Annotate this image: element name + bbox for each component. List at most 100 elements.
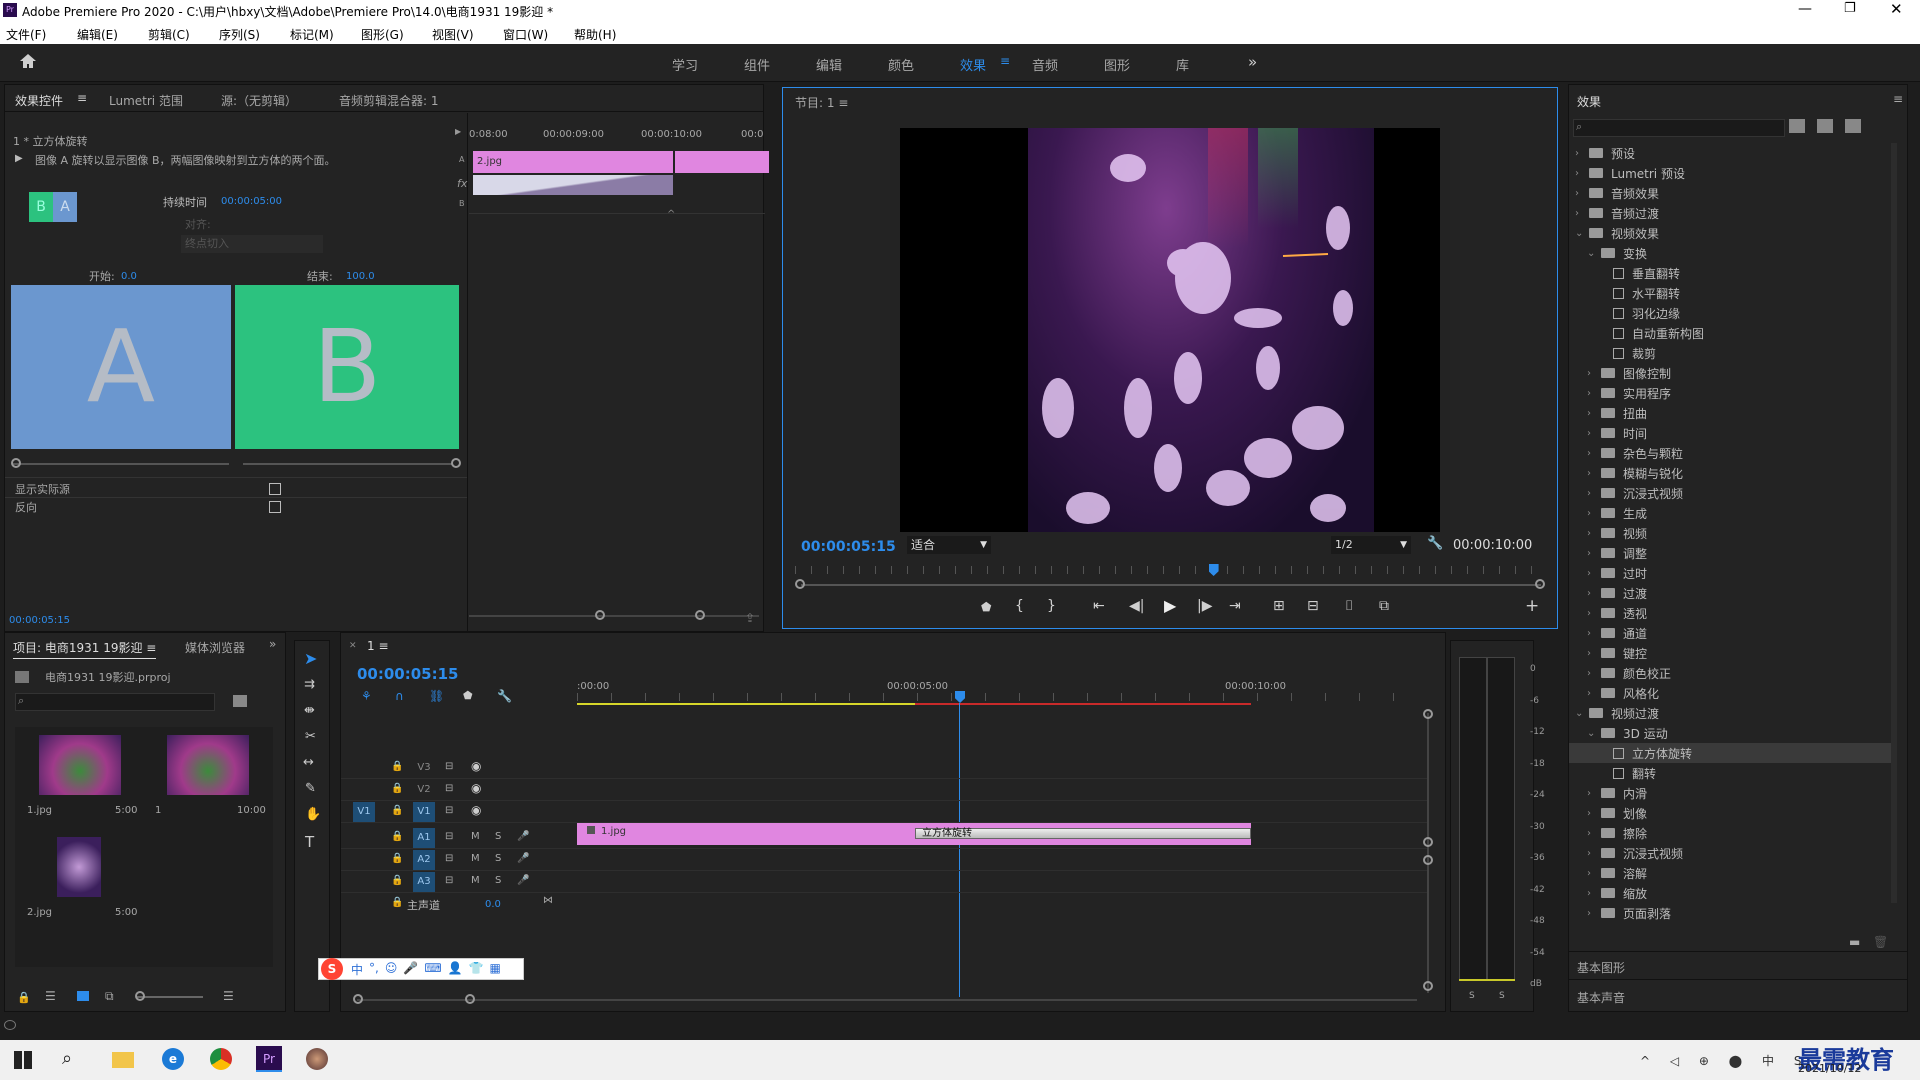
32bit-effects-icon[interactable]: [1817, 119, 1833, 133]
play-transition-icon[interactable]: ▶: [15, 153, 23, 164]
mute-button[interactable]: M: [471, 831, 480, 842]
workspace-overflow-icon[interactable]: »: [1248, 53, 1257, 71]
wrench-icon[interactable]: 🔧: [497, 689, 512, 703]
effect-folder[interactable]: › 内滑: [1569, 783, 1891, 803]
chevron-down-icon[interactable]: ⌄: [1587, 728, 1597, 739]
effect-folder[interactable]: › 音频过渡: [1569, 203, 1891, 223]
minimize-icon[interactable]: —: [1798, 1, 1812, 17]
chevron-right-icon[interactable]: ›: [1587, 788, 1597, 799]
go-to-out-icon[interactable]: ⇥: [1229, 598, 1241, 614]
sync-lock-icon[interactable]: ⊟: [445, 853, 453, 864]
chevron-right-icon[interactable]: ›: [1587, 808, 1597, 819]
menu-item[interactable]: 文件(F): [6, 26, 46, 43]
delete-icon[interactable]: 🗑: [1873, 935, 1888, 949]
windows-start-icon[interactable]: [14, 1051, 32, 1069]
ime-item[interactable]: ⌨: [424, 961, 441, 978]
compare-icon[interactable]: ⧉: [1379, 598, 1389, 614]
vertical-scrollbar[interactable]: [1427, 713, 1429, 993]
add-button-icon[interactable]: +: [1525, 596, 1539, 616]
workspace-tab[interactable]: 库: [1176, 55, 1189, 74]
effect-item[interactable]: 垂直翻转: [1569, 263, 1891, 283]
lock-icon[interactable]: 🔒: [391, 853, 403, 864]
effect-folder[interactable]: › 视频: [1569, 523, 1891, 543]
mic-icon[interactable]: 🎤: [517, 875, 529, 886]
new-bin-icon[interactable]: ▬: [1849, 935, 1860, 949]
project-item[interactable]: 1.jpg 5:00: [21, 731, 139, 823]
chevron-right-icon[interactable]: ›: [1587, 648, 1597, 659]
start-slider-handle[interactable]: [11, 458, 21, 468]
source-patch-v1[interactable]: V1: [353, 802, 375, 822]
track-label[interactable]: A2: [413, 850, 435, 870]
effect-controls-tab[interactable]: 源:（无剪辑）: [221, 92, 297, 109]
ime-item[interactable]: 🎤: [403, 961, 418, 978]
sort-icon[interactable]: ☰: [223, 989, 234, 1003]
effect-folder[interactable]: › 键控: [1569, 643, 1891, 663]
search-icon[interactable]: ⌕: [62, 1048, 72, 1069]
lock-icon[interactable]: 🔒: [391, 875, 403, 886]
chevron-right-icon[interactable]: ›: [1587, 388, 1597, 399]
effect-folder[interactable]: › 透视: [1569, 603, 1891, 623]
effect-item[interactable]: 水平翻转: [1569, 283, 1891, 303]
menu-item[interactable]: 标记(M): [290, 26, 334, 43]
ime-item[interactable]: 👕: [469, 961, 484, 978]
chevron-right-icon[interactable]: ›: [1587, 468, 1597, 479]
effects-search-input[interactable]: ⌕: [1573, 119, 1785, 137]
fit-select[interactable]: 适合 ▼: [907, 536, 991, 554]
play-icon[interactable]: ▶: [1164, 596, 1176, 615]
sync-lock-icon[interactable]: ⊟: [445, 805, 453, 816]
solo-right[interactable]: S: [1499, 991, 1505, 1001]
effect-folder[interactable]: › 过渡: [1569, 583, 1891, 603]
sync-lock-icon[interactable]: ⊟: [445, 783, 453, 794]
menu-item[interactable]: 视图(V): [432, 26, 474, 43]
effect-folder[interactable]: › 缩放: [1569, 883, 1891, 903]
effect-folder[interactable]: › 沉浸式视频: [1569, 843, 1891, 863]
linked-icon[interactable]: ⛓: [429, 689, 444, 703]
sync-lock-icon[interactable]: ⊟: [445, 761, 453, 772]
chevron-right-icon[interactable]: ›: [1587, 428, 1597, 439]
chevron-right-icon[interactable]: ›: [1587, 368, 1597, 379]
effect-folder[interactable]: › 划像: [1569, 803, 1891, 823]
mark-out-icon[interactable]: }: [1047, 598, 1056, 614]
chevron-right-icon[interactable]: ›: [1587, 448, 1597, 459]
edge-icon[interactable]: e: [162, 1048, 184, 1070]
chevron-down-icon[interactable]: ⌄: [1587, 248, 1597, 259]
chrome-icon[interactable]: [210, 1048, 232, 1070]
effect-item[interactable]: 裁剪: [1569, 343, 1891, 363]
step-back-icon[interactable]: ◀|: [1129, 598, 1144, 614]
chevron-right-icon[interactable]: ›: [1587, 668, 1597, 679]
workspace-tab[interactable]: 学习: [672, 55, 698, 74]
workspace-tab[interactable]: 效果: [960, 55, 986, 74]
effect-folder[interactable]: › 杂色与颗粒: [1569, 443, 1891, 463]
menu-item[interactable]: 图形(G): [361, 26, 404, 43]
ime-item[interactable]: 中: [351, 961, 363, 978]
marker-icon[interactable]: ⬟: [463, 689, 473, 702]
chevron-right-icon[interactable]: ›: [1587, 528, 1597, 539]
project-search-input[interactable]: ⌕: [15, 693, 215, 711]
effect-folder[interactable]: › 模糊与锐化: [1569, 463, 1891, 483]
effect-folder[interactable]: › 图像控制: [1569, 363, 1891, 383]
timeline-playhead[interactable]: [955, 691, 965, 703]
effect-controls-tab[interactable]: Lumetri 范围: [109, 92, 183, 109]
close-icon[interactable]: ✕: [1890, 0, 1903, 18]
chevron-right-icon[interactable]: ›: [1587, 608, 1597, 619]
ime-item[interactable]: ☺: [385, 961, 398, 978]
zoom-slider[interactable]: [137, 996, 203, 998]
effect-folder[interactable]: › 溶解: [1569, 863, 1891, 883]
solo-button[interactable]: S: [495, 875, 501, 886]
effect-folder[interactable]: › 时间: [1569, 423, 1891, 443]
lock-icon[interactable]: 🔒: [17, 991, 31, 1004]
yuv-effects-icon[interactable]: [1845, 119, 1861, 133]
razor-tool-icon[interactable]: ✂: [305, 729, 316, 744]
end-slider[interactable]: [243, 463, 453, 465]
sequence-tab[interactable]: 1 ≡: [367, 639, 389, 653]
lock-icon[interactable]: 🔒: [391, 783, 403, 794]
work-area-bar[interactable]: [577, 703, 915, 705]
ime-item[interactable]: 👤: [448, 961, 463, 978]
chevron-right-icon[interactable]: ›: [1587, 628, 1597, 639]
effect-item[interactable]: 翻转: [1569, 763, 1891, 783]
program-tab[interactable]: 节目: 1 ≡: [795, 94, 848, 111]
effect-folder[interactable]: › 通道: [1569, 623, 1891, 643]
end-slider-handle[interactable]: [451, 458, 461, 468]
timeline-ruler[interactable]: [577, 693, 1427, 701]
mini-scrollbar[interactable]: [469, 615, 759, 617]
